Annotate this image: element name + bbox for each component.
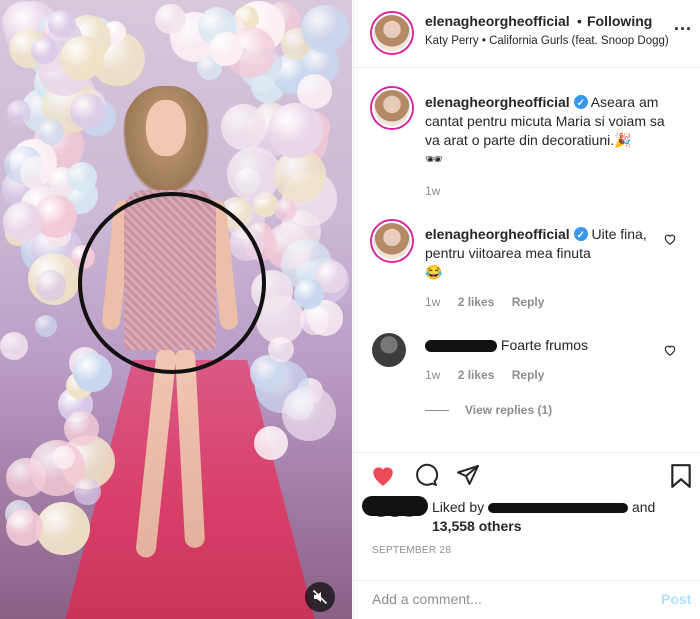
view-replies[interactable]: View replies (1) <box>425 403 552 417</box>
caption-emoji: 🕶 <box>425 151 443 167</box>
balloon <box>48 10 76 39</box>
caption-meta: 1w <box>425 184 454 198</box>
comment-time[interactable]: 1w <box>425 295 440 309</box>
liked-by-suffix: and <box>631 499 656 515</box>
post-date[interactable]: SEPTEMBER 28 <box>372 545 451 556</box>
comment-icon[interactable] <box>414 463 438 487</box>
balloon <box>35 270 67 301</box>
avatar[interactable] <box>372 13 412 53</box>
likes-count[interactable]: 13,558 others <box>432 518 522 534</box>
balloon <box>6 99 32 125</box>
liked-by-text: Liked by and <box>432 499 655 515</box>
verified-badge-icon <box>573 94 588 113</box>
balloon <box>73 353 113 393</box>
balloon <box>36 501 90 555</box>
comment-meta: 1w 2 likes Reply <box>425 368 558 382</box>
share-icon[interactable] <box>456 463 480 487</box>
balloon <box>221 104 268 151</box>
header-username[interactable]: elenagheorgheofficial <box>425 13 570 29</box>
header-separator: • <box>577 13 582 29</box>
post-media[interactable] <box>0 0 352 619</box>
comment-time[interactable]: 1w <box>425 184 440 198</box>
like-comment-heart-icon[interactable] <box>663 343 677 357</box>
post-side-panel: elenagheorgheofficial • Following Katy P… <box>353 0 700 619</box>
balloon <box>300 4 350 54</box>
comment-text: Foarte frumos <box>500 337 589 353</box>
view-replies-label[interactable]: View replies (1) <box>465 403 552 417</box>
redacted-username <box>488 503 629 514</box>
like-comment-heart-icon[interactable] <box>663 232 677 246</box>
avatar[interactable] <box>372 221 412 261</box>
audio-track-link[interactable]: Katy Perry • California Gurls (feat. Sno… <box>425 35 669 47</box>
balloon <box>254 426 288 461</box>
balloon <box>70 93 106 129</box>
verified-badge-icon <box>573 226 588 245</box>
balloon <box>38 119 64 145</box>
balloon <box>63 410 99 446</box>
avatar[interactable] <box>372 333 406 367</box>
balloon <box>35 315 58 338</box>
comment-emoji: 😂 <box>425 264 443 280</box>
more-options-icon[interactable]: ... <box>674 14 692 35</box>
reply-button[interactable]: Reply <box>512 368 545 382</box>
comment-username[interactable]: elenagheorgheofficial <box>425 94 570 110</box>
post-header: elenagheorgheofficial • Following Katy P… <box>354 0 700 68</box>
comment-likes[interactable]: 2 likes <box>458 368 495 382</box>
balloon <box>267 102 324 159</box>
balloon <box>6 508 44 546</box>
redaction-bar <box>362 496 428 516</box>
circle-annotation <box>78 192 266 374</box>
balloon <box>2 202 43 242</box>
reply-button[interactable]: Reply <box>512 295 545 309</box>
following-button[interactable]: Following <box>587 13 652 29</box>
heart-icon[interactable] <box>370 463 396 487</box>
comment-username[interactable]: elenagheorgheofficial <box>425 226 570 242</box>
comment-input[interactable] <box>372 591 642 607</box>
balloon <box>52 446 75 470</box>
balloon <box>0 332 28 360</box>
avatar[interactable] <box>372 88 412 128</box>
balloon <box>226 146 282 201</box>
comment-likes[interactable]: 2 likes <box>458 295 495 309</box>
balloon <box>59 36 104 81</box>
caption: elenagheorgheofficial Aseara am cantat p… <box>425 93 670 169</box>
person-face <box>146 100 186 156</box>
divider <box>425 410 449 412</box>
comment-meta: 1w 2 likes Reply <box>425 295 558 309</box>
comment: elenagheorgheofficial Uite fina, pentru … <box>425 225 670 282</box>
comment-time[interactable]: 1w <box>425 368 440 382</box>
redacted-username <box>425 340 497 353</box>
mute-button[interactable] <box>305 582 335 612</box>
comment: Foarte frumos <box>425 336 670 355</box>
post-button[interactable]: Post <box>661 591 691 607</box>
comment-composer: Post <box>354 580 700 619</box>
balloon <box>74 478 101 505</box>
balloon <box>281 386 337 442</box>
bookmark-icon[interactable] <box>670 463 692 489</box>
balloon <box>66 161 97 192</box>
balloon <box>155 3 186 35</box>
liked-by-prefix: Liked by <box>432 499 485 515</box>
speaker-muted-icon <box>312 589 328 605</box>
balloon <box>293 278 324 309</box>
